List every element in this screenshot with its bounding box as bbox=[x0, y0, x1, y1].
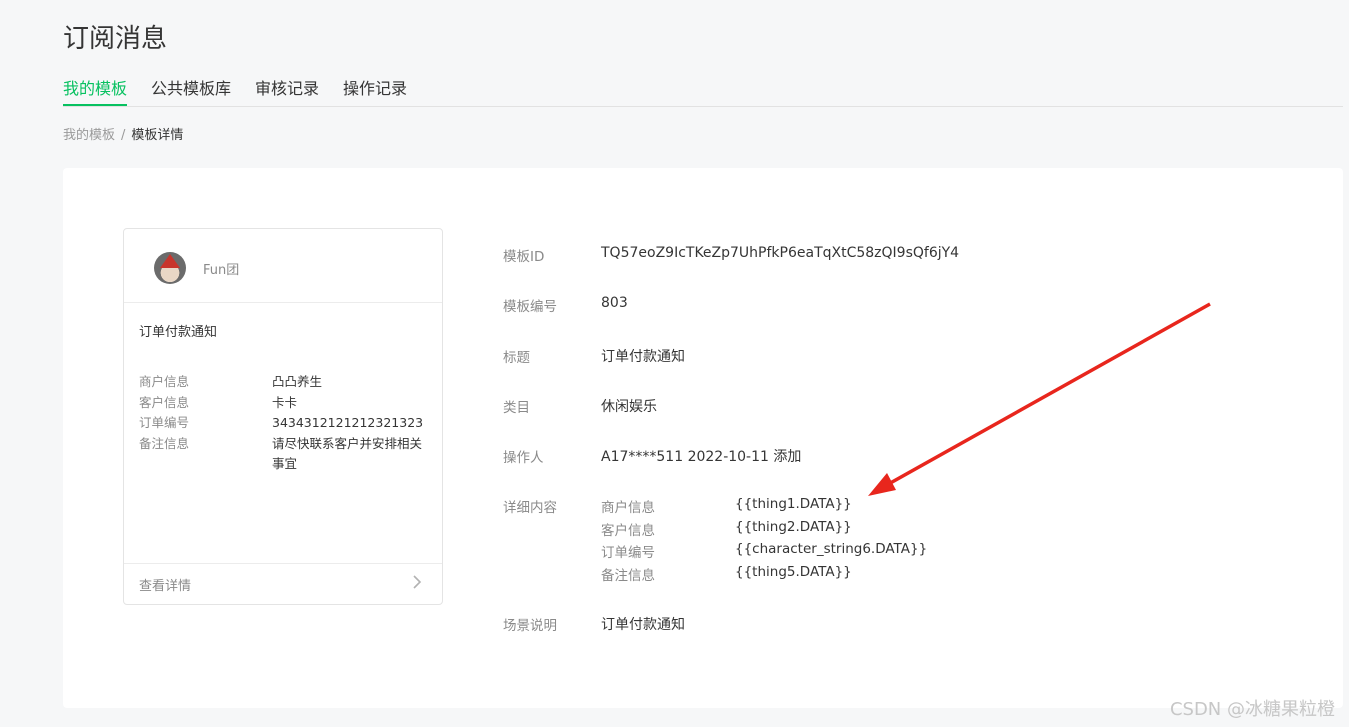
watermark: CSDN @冰糖果粒橙 bbox=[1169, 699, 1335, 720]
red-arrow-annotation bbox=[868, 302, 1211, 496]
